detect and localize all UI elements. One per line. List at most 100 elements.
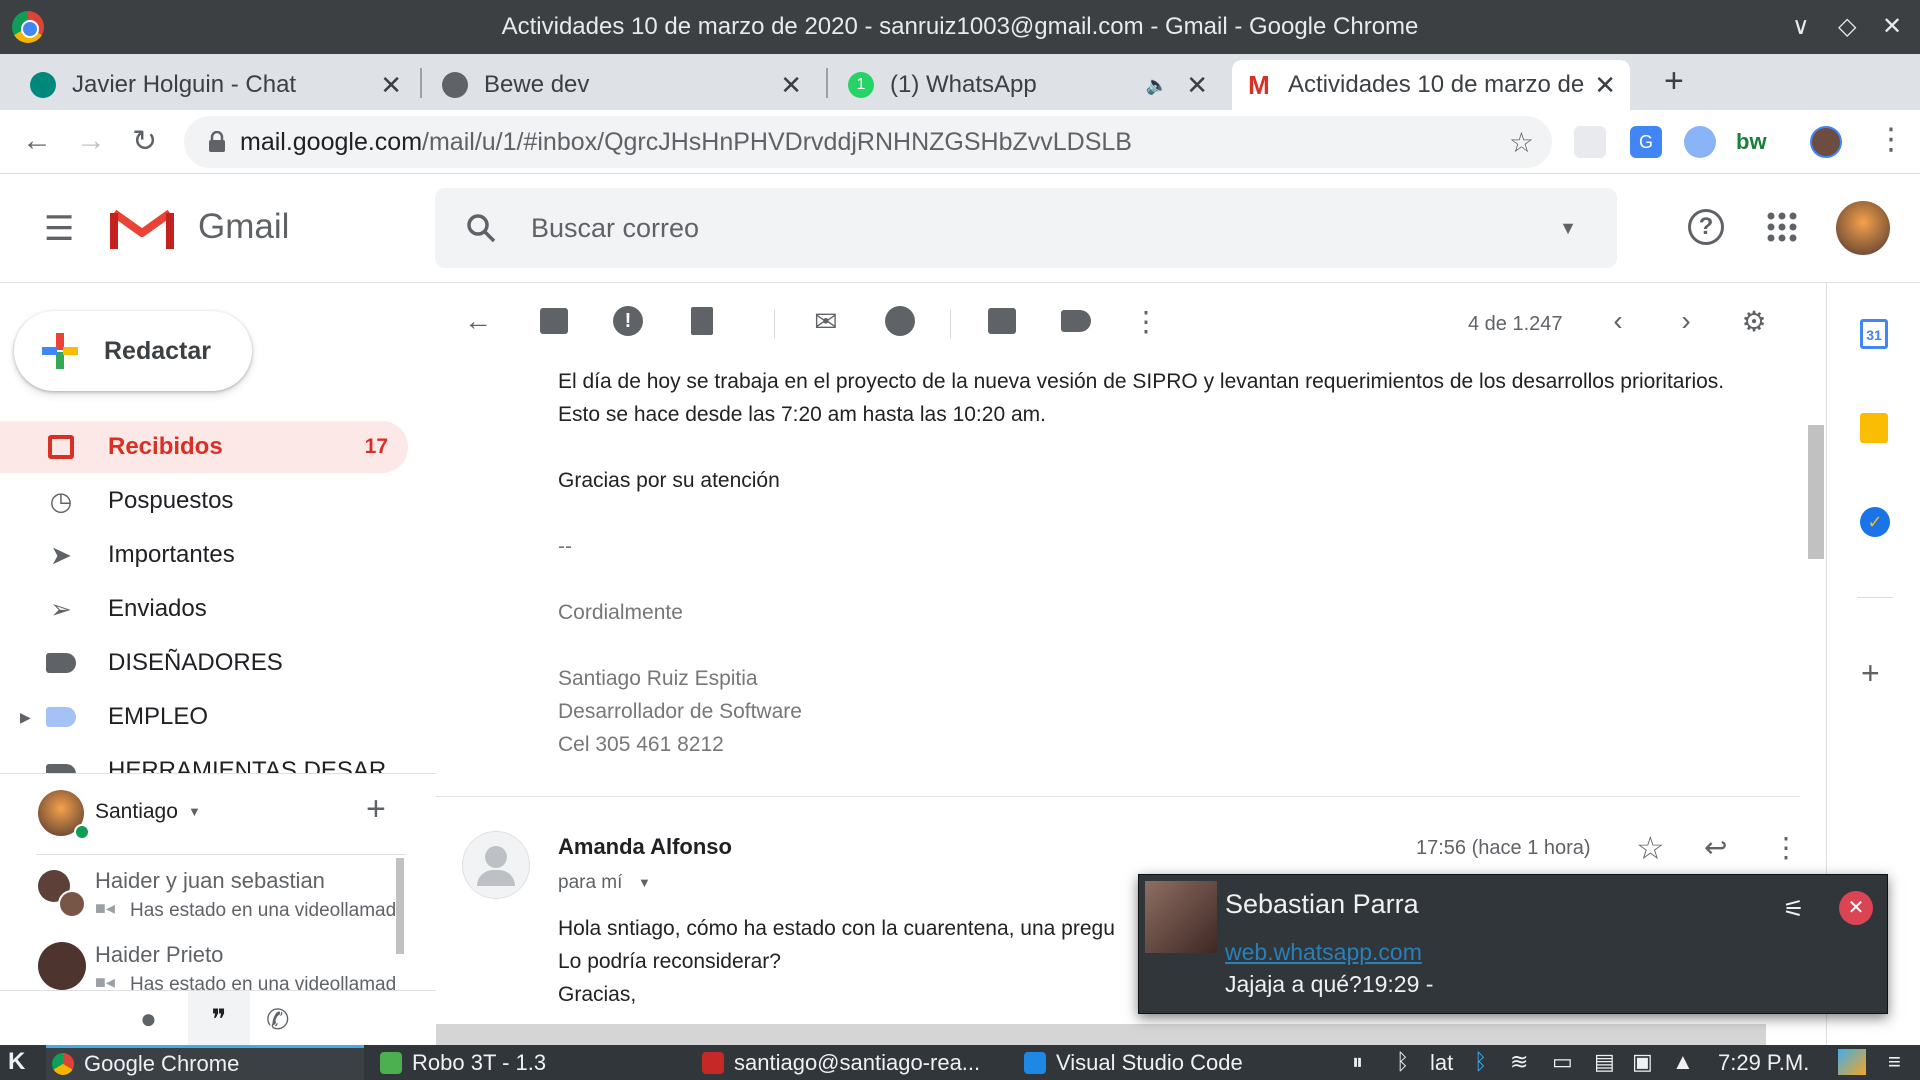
newer-icon[interactable]: ‹ <box>1600 303 1636 339</box>
minimize-button[interactable]: ∨ <box>1792 12 1810 41</box>
panel-settings-icon[interactable]: ≡ <box>1888 1049 1901 1075</box>
nav-label-disenadores[interactable]: DISEÑADORES <box>0 637 408 689</box>
profile-avatar-icon[interactable] <box>1810 126 1842 158</box>
tab-gmail-active[interactable]: M Actividades 10 de marzo de 2020 ✕ <box>1232 60 1630 110</box>
notification-source-link[interactable]: web.whatsapp.com <box>1225 939 1422 966</box>
snooze-icon[interactable] <box>882 303 918 339</box>
older-icon[interactable]: › <box>1668 303 1704 339</box>
media-pause-icon[interactable]: ⏸ <box>1352 1049 1363 1075</box>
more-options-icon[interactable]: ⋮ <box>1128 303 1164 339</box>
gmail-wordmark: Gmail <box>198 207 290 246</box>
important-icon: ➤ <box>50 539 72 570</box>
nav-inbox[interactable]: Recibidos 17 <box>0 421 408 473</box>
send-icon: ➢ <box>50 593 72 624</box>
search-bar[interactable]: Buscar correo ▼ <box>435 188 1617 268</box>
nav-important[interactable]: ➤ Importantes <box>0 529 408 581</box>
nav-snoozed[interactable]: ◷ Pospuestos <box>0 475 408 527</box>
search-icon[interactable] <box>465 212 497 244</box>
labels-icon[interactable] <box>1058 303 1094 339</box>
close-tab-icon[interactable]: ✕ <box>380 70 402 101</box>
help-icon[interactable]: ? <box>1688 209 1724 245</box>
hangouts-user-name[interactable]: Santiago <box>95 800 178 824</box>
reply-icon[interactable]: ↩ <box>1704 831 1727 864</box>
nav-label-herramientas[interactable]: HERRAMIENTAS DESAR <box>0 745 408 773</box>
report-spam-icon[interactable]: ! <box>610 303 646 339</box>
status-dropdown-icon[interactable]: ▼ <box>188 804 201 819</box>
nav-label-empleo[interactable]: ▶ EMPLEO <box>0 691 408 743</box>
keyboard-layout-indicator[interactable]: lat <box>1430 1050 1453 1076</box>
search-options-icon[interactable]: ▼ <box>1559 218 1577 239</box>
message-scrollbar[interactable] <box>1808 425 1824 559</box>
mark-unread-icon[interactable]: ✉ <box>808 303 844 339</box>
audio-playing-icon[interactable]: 🔈 <box>1146 75 1168 96</box>
clipboard-icon[interactable]: ▤ <box>1594 1049 1615 1075</box>
conversations-tab-icon[interactable]: ❞ <box>188 991 250 1052</box>
conversation-item[interactable]: Haider y juan sebastian ■◂ Has estado en… <box>0 858 400 930</box>
bewe-extension-icon[interactable]: bw <box>1736 126 1776 158</box>
contacts-tab-icon[interactable]: ● <box>140 1003 157 1035</box>
extension-icon[interactable] <box>1684 126 1716 158</box>
delete-icon[interactable] <box>684 303 720 339</box>
get-addons-icon[interactable]: + <box>1861 655 1880 692</box>
keep-icon[interactable] <box>1860 413 1888 443</box>
clock[interactable]: 7:29 P.M. <box>1718 1050 1809 1076</box>
taskbar-app[interactable]: santiago@santiago-rea... <box>696 1045 1008 1080</box>
desktop-notification[interactable]: Sebastian Parra web.whatsapp.com Jajaja … <box>1138 874 1888 1014</box>
archive-icon[interactable] <box>536 303 572 339</box>
chrome-menu-icon[interactable]: ⋮ <box>1876 122 1906 157</box>
phone-tab-icon[interactable]: ✆ <box>266 1003 289 1036</box>
horizontal-scrollbar[interactable] <box>436 1024 1766 1045</box>
apps-grid-icon[interactable] <box>1766 211 1798 243</box>
back-icon[interactable]: ← <box>22 124 52 158</box>
search-input[interactable]: Buscar correo <box>531 213 699 244</box>
notification-close-icon[interactable]: ✕ <box>1839 891 1873 925</box>
forward-icon[interactable]: → <box>76 124 106 158</box>
tab-hangouts-chat[interactable]: Javier Holguin - Chat ✕ <box>16 60 416 110</box>
account-avatar[interactable] <box>1836 201 1890 255</box>
bluetooth-icon[interactable]: ᛒ <box>1396 1049 1409 1075</box>
show-desktop-icon[interactable] <box>1838 1049 1866 1075</box>
taskbar-app[interactable]: Robo 3T - 1.3 <box>374 1045 686 1080</box>
close-tab-icon[interactable]: ✕ <box>1588 69 1616 101</box>
nav-sent[interactable]: ➢ Enviados <box>0 583 408 635</box>
tab-bewe-dev[interactable]: Bewe dev ✕ <box>428 60 816 110</box>
tab-label: Actividades 10 de marzo de 2020 <box>1288 71 1588 98</box>
app-launcher-icon[interactable]: K <box>8 1048 25 1076</box>
taskbar-app[interactable]: Visual Studio Code <box>1018 1045 1330 1080</box>
expand-caret-icon[interactable]: ▶ <box>20 709 31 726</box>
lock-screen-icon[interactable]: ▣ <box>1632 1049 1653 1075</box>
message-more-icon[interactable]: ⋮ <box>1772 831 1800 864</box>
back-to-inbox-icon[interactable]: ← <box>460 303 496 339</box>
google-translate-icon[interactable]: G <box>1630 126 1662 158</box>
bluetooth-active-icon[interactable]: ᛒ <box>1474 1049 1487 1075</box>
signature-line: Cel 305 461 8212 <box>558 733 724 756</box>
address-bar[interactable]: mail.google.com/mail/u/1/#inbox/QgrcJHsH… <box>184 116 1552 168</box>
close-window-button[interactable]: ✕ <box>1882 12 1902 41</box>
clock-icon: ◷ <box>49 485 73 516</box>
bookmark-star-icon[interactable]: ☆ <box>1509 126 1534 159</box>
calendar-icon[interactable]: 31 <box>1860 319 1888 349</box>
star-icon[interactable]: ☆ <box>1636 829 1665 867</box>
close-tab-icon[interactable]: ✕ <box>1186 70 1208 101</box>
toolbar-divider <box>950 309 951 339</box>
wifi-icon[interactable]: ≋ <box>1510 1049 1528 1075</box>
settings-gear-icon[interactable]: ⚙ <box>1736 303 1772 339</box>
reload-icon[interactable]: ↻ <box>132 124 157 159</box>
compose-button[interactable]: Redactar <box>14 311 252 391</box>
extension-icon[interactable] <box>1574 126 1606 158</box>
new-tab-button[interactable]: + <box>1664 62 1684 101</box>
move-to-icon[interactable] <box>984 303 1020 339</box>
new-conversation-button[interactable]: + <box>366 790 386 829</box>
close-tab-icon[interactable]: ✕ <box>780 70 802 101</box>
taskbar-app[interactable]: Google Chrome <box>46 1045 364 1080</box>
scrollbar[interactable] <box>396 858 404 954</box>
tab-whatsapp[interactable]: 1 (1) WhatsApp 🔈 ✕ <box>834 60 1222 110</box>
maximize-button[interactable]: ◇ <box>1838 12 1856 41</box>
tasks-icon[interactable]: ✓ <box>1860 507 1890 537</box>
show-details-icon[interactable]: ▼ <box>638 875 651 890</box>
battery-icon[interactable]: ▭ <box>1552 1049 1573 1075</box>
notification-settings-icon[interactable]: ⚟ <box>1783 895 1805 924</box>
main-menu-icon[interactable]: ☰ <box>44 209 74 249</box>
system-tray-expand-icon[interactable]: ▲ <box>1672 1049 1694 1075</box>
label-icon <box>46 702 76 732</box>
